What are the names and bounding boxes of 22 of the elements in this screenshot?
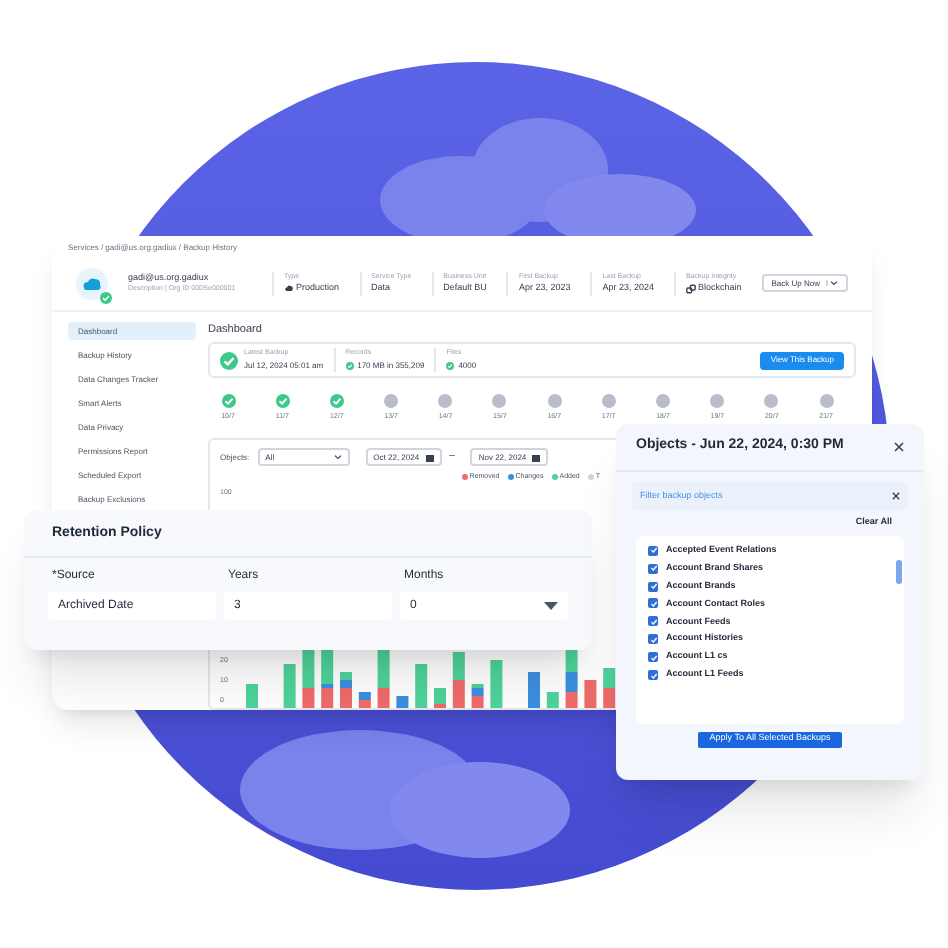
close-icon[interactable] <box>892 492 900 500</box>
checkbox[interactable] <box>648 616 658 627</box>
checkbox[interactable] <box>648 563 658 574</box>
check-circle-icon <box>446 361 455 370</box>
link-icon <box>686 283 696 294</box>
calendar-icon <box>532 453 541 462</box>
close-icon[interactable] <box>894 442 904 452</box>
check-circle-icon <box>220 351 238 369</box>
cloud-icon <box>283 284 294 293</box>
checkbox[interactable] <box>648 670 658 681</box>
checkbox[interactable] <box>648 581 658 591</box>
checkbox[interactable] <box>648 652 658 663</box>
checkbox[interactable] <box>648 545 658 556</box>
calendar-icon <box>425 453 434 462</box>
check-circle-icon <box>345 361 354 370</box>
scrollbar[interactable] <box>896 559 902 584</box>
checkbox[interactable] <box>648 634 658 645</box>
caret-icon <box>333 454 342 461</box>
caret-icon <box>544 602 558 610</box>
checkbox[interactable] <box>648 598 658 609</box>
cloud-logo-icon <box>76 267 108 299</box>
caret-icon <box>826 280 838 286</box>
